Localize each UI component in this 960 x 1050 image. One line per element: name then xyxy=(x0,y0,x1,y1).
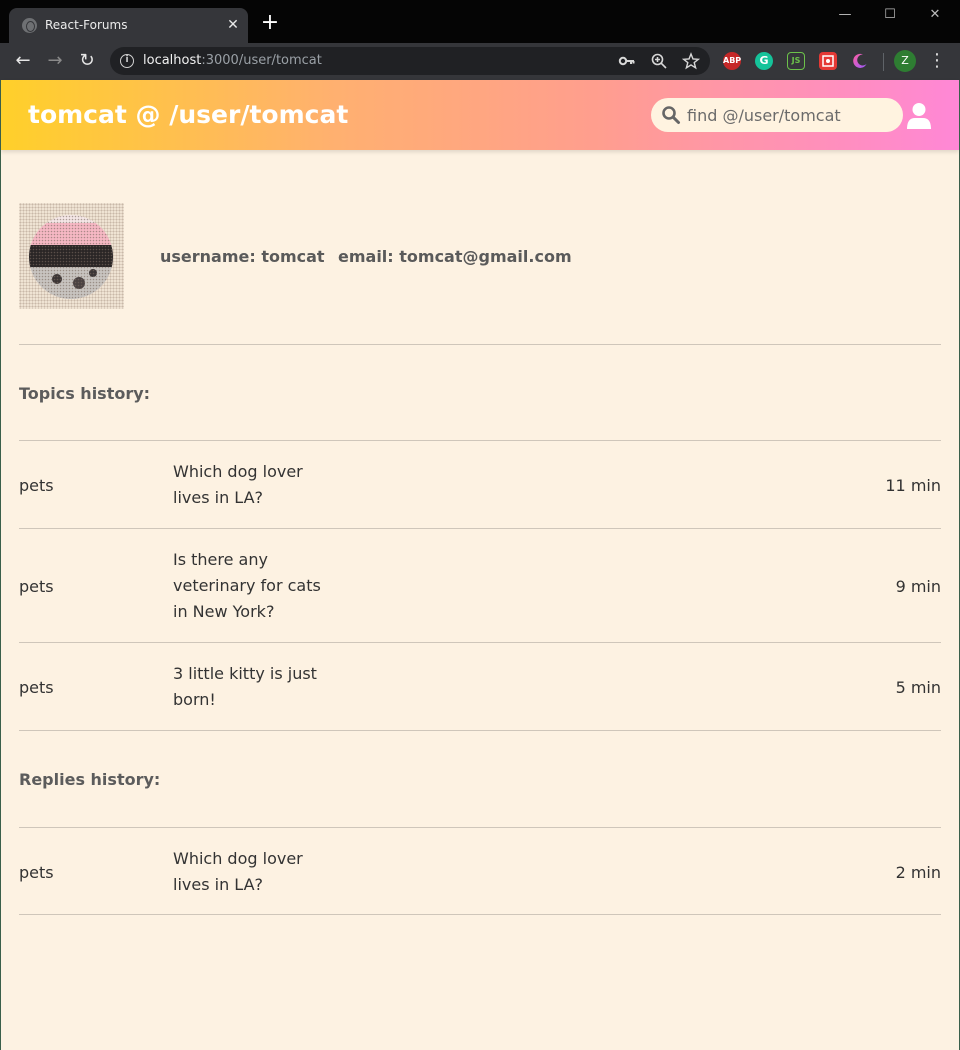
topic-title-link[interactable]: Which dog lover lives in LA? xyxy=(173,459,323,511)
topic-row[interactable]: pets 3 little kitty is just born! 5 min xyxy=(19,643,941,730)
globe-icon xyxy=(22,18,37,33)
address-bar[interactable]: i localhost:3000/user/tomcat xyxy=(110,47,710,75)
topic-title-link[interactable]: Is there any veterinary for cats in New … xyxy=(173,547,323,625)
reply-time: 2 min xyxy=(895,863,941,882)
grammarly-icon[interactable]: G xyxy=(755,52,773,70)
user-icon[interactable] xyxy=(906,102,932,130)
topic-category[interactable]: pets xyxy=(19,577,54,596)
url-text[interactable]: localhost:3000/user/tomcat xyxy=(143,53,322,68)
reload-icon[interactable]: ↻ xyxy=(75,49,99,73)
key-icon[interactable] xyxy=(618,52,636,70)
tab-close-icon[interactable]: ✕ xyxy=(224,16,242,34)
info-icon[interactable]: i xyxy=(120,54,134,68)
profile-row: username: tomcat email: tomcat@gmail.com xyxy=(19,203,941,309)
topic-time: 9 min xyxy=(895,577,941,596)
reply-topic-link[interactable]: Which dog lover lives in LA? xyxy=(173,846,323,898)
browser-toolbar: ← → ↻ i localhost:3000/user/tomcat ABP G… xyxy=(0,43,960,80)
username-label: username: tomcat xyxy=(160,247,325,266)
new-tab-button[interactable]: + xyxy=(259,12,281,34)
back-icon[interactable]: ← xyxy=(11,49,35,73)
search-box[interactable] xyxy=(651,98,903,132)
divider xyxy=(19,914,941,915)
zoom-icon[interactable] xyxy=(650,52,668,70)
divider xyxy=(19,344,941,345)
forward-icon[interactable]: → xyxy=(43,49,67,73)
reply-row[interactable]: pets Which dog lover lives in LA? 2 min xyxy=(19,828,941,914)
topic-row[interactable]: pets Is there any veterinary for cats in… xyxy=(19,529,941,642)
topic-category[interactable]: pets xyxy=(19,678,54,697)
replies-history-title: Replies history: xyxy=(19,770,161,789)
topic-row[interactable]: pets Which dog lover lives in LA? 11 min xyxy=(19,441,941,528)
minimize-icon[interactable]: — xyxy=(825,4,865,26)
topics-history-title: Topics history: xyxy=(19,384,151,403)
search-input[interactable] xyxy=(687,102,893,128)
window-close-icon[interactable]: ✕ xyxy=(915,4,955,26)
node-icon[interactable]: JS xyxy=(787,52,805,70)
topic-time: 5 min xyxy=(895,678,941,697)
topic-category[interactable]: pets xyxy=(19,476,54,495)
moon-icon[interactable] xyxy=(851,52,869,70)
toolbar-separator xyxy=(883,53,884,71)
avatar-image xyxy=(29,215,113,299)
tab-title: React-Forums xyxy=(45,18,128,32)
menu-dots-icon[interactable]: ⋮ xyxy=(928,50,946,72)
page-title: tomcat @ /user/tomcat xyxy=(28,100,349,129)
browser-titlebar: React-Forums ✕ + — ☐ ✕ xyxy=(0,0,960,43)
maximize-icon[interactable]: ☐ xyxy=(870,4,910,26)
divider xyxy=(19,730,941,731)
browser-tab[interactable]: React-Forums ✕ xyxy=(9,8,248,43)
app-header: tomcat @ /user/tomcat xyxy=(1,80,959,150)
email-label: email: tomcat@gmail.com xyxy=(338,247,572,266)
topic-time: 11 min xyxy=(885,476,941,495)
topic-title-link[interactable]: 3 little kitty is just born! xyxy=(173,661,323,713)
profile-avatar[interactable]: Z xyxy=(894,50,916,72)
star-icon[interactable] xyxy=(681,52,701,70)
extension-red-icon[interactable] xyxy=(819,52,837,70)
avatar xyxy=(19,203,124,309)
adblock-icon[interactable]: ABP xyxy=(723,52,741,70)
search-icon xyxy=(661,105,681,125)
window-border xyxy=(0,80,1,1050)
reply-category[interactable]: pets xyxy=(19,863,54,882)
